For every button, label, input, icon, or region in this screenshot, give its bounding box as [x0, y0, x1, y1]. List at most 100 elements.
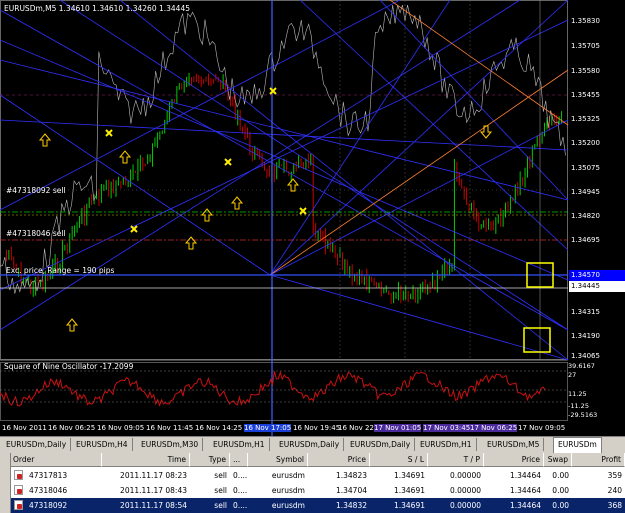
tab-eurusdm-daily-3[interactable]: EURUSDm,Daily [346, 438, 416, 451]
signal-cross-icon [130, 225, 138, 233]
time-tick: 16 Nov 17:05 [244, 424, 292, 432]
price-tick: 1.35705 [571, 42, 600, 50]
table-row[interactable]: 47318046 2011.11.17 08:43 sell 0.... eur… [0, 483, 625, 498]
cell-sl: 1.34691 [393, 471, 425, 480]
cell-price: 1.34823 [335, 471, 367, 480]
cell-size: 0.... [233, 471, 248, 480]
time-tick: 16 Nov 14:25 [195, 424, 243, 432]
col-symbol[interactable]: Symbol [248, 453, 308, 467]
range-label: Exc. price, Range = 190 pips [6, 266, 115, 275]
cell-profit: 359 [607, 471, 622, 480]
cell-cur-price: 1.34464 [509, 486, 541, 495]
time-tick: 16 Nov 09:05 [97, 424, 145, 432]
osc-tick: 39.6167 [568, 362, 595, 370]
time-tick: 17 Nov 03:45 [423, 424, 471, 432]
signal-cross-icon [105, 129, 113, 137]
col-type[interactable]: Type [190, 453, 230, 467]
col-profit[interactable]: Profit [572, 453, 625, 467]
fan-line [0, 94, 271, 276]
tab-eurusdm-h4[interactable]: EURUSDm,H4 [72, 438, 133, 451]
col-time[interactable]: Time [102, 453, 190, 467]
signal-cross-icon [269, 87, 277, 95]
price-tick: 1.34065 [571, 352, 600, 360]
time-tick: 17 Nov 01:05 [374, 424, 422, 432]
cell-time: 2011.11.17 08:23 [120, 471, 187, 480]
down-arrow-icon [479, 125, 493, 139]
price-tick: 1.34820 [571, 212, 600, 220]
time-tick: 16 Nov 06:25 [48, 424, 96, 432]
tab-eurusdm-active[interactable]: EURUSDm [553, 437, 602, 453]
chart-frame [0, 0, 568, 360]
cell-price: 1.34704 [335, 486, 367, 495]
tab-eurusdm-m5[interactable]: EURUSDm,M5 [483, 438, 545, 451]
col-tp[interactable]: T / P [428, 453, 484, 467]
cell-cur-price: 1.34464 [509, 501, 541, 510]
cell-profit: 240 [607, 486, 622, 495]
cell-time: 2011.11.17 08:43 [120, 486, 187, 495]
price-tick: 1.34190 [571, 332, 600, 340]
price-tick: 1.34315 [571, 308, 600, 316]
time-tick: 16 Nov 19:45 [293, 424, 341, 432]
orange-line [389, 0, 569, 126]
cell-order: 47317813 [29, 471, 68, 480]
cell-order: 47318046 [29, 486, 68, 495]
tab-eurusdm-h1-2[interactable]: EURUSDm,H1 [416, 438, 477, 451]
osc-tick: 11.25 [568, 390, 587, 398]
cell-order: 47318092 [29, 501, 68, 510]
table-row[interactable]: 47317813 2011.11.17 08:23 sell 0.... eur… [0, 468, 625, 483]
fan-line [0, 39, 569, 281]
cell-sl: 1.34691 [393, 486, 425, 495]
osc-tick: 27 [568, 371, 577, 379]
cell-cur-price: 1.34464 [509, 471, 541, 480]
terminal-sidebar[interactable] [0, 453, 11, 513]
price-tick: 1.34945 [571, 188, 600, 196]
tab-eurusdm-daily-2[interactable]: EURUSDm,Daily [275, 438, 345, 451]
signal-cross-icon [299, 207, 307, 215]
sell-order-icon [14, 485, 23, 495]
time-tick: 17 Nov 09:05 [518, 424, 566, 432]
col-sl[interactable]: S / L [370, 453, 428, 467]
cell-tp: 0.00000 [449, 471, 481, 480]
fan-line [0, 59, 569, 201]
fan-line [59, 0, 569, 331]
tab-eurusdm-daily[interactable]: EURUSDm,Daily [2, 438, 72, 451]
col-size[interactable]: ... [230, 453, 248, 467]
cell-swap: 0.00 [552, 486, 569, 495]
price-tick: 1.34695 [571, 236, 600, 244]
signal-cross-icon [224, 158, 232, 166]
tab-eurusdm-m30[interactable]: EURUSDm,M30 [137, 438, 204, 451]
osc-tick: -11.25 [568, 402, 589, 410]
time-tick: 16 Nov 11:45 [146, 424, 194, 432]
up-arrow-icon [118, 150, 132, 164]
indicator-line [0, 4, 566, 294]
tab-eurusdm-h1[interactable]: EURUSDm,H1 [209, 438, 270, 451]
chart-tabs: EURUSDm,Daily EURUSDm,H4 EURUSDm,M30 EUR… [0, 436, 625, 453]
chart-window[interactable]: EURUSDm,M5 1.34610 1.34610 1.34260 1.344… [0, 0, 625, 436]
cell-tp: 0.00000 [449, 501, 481, 510]
time-tick: 16 Nov 2011 [2, 424, 47, 432]
table-row-selected[interactable]: 47318092 2011.11.17 08:54 sell 0.... eur… [0, 498, 625, 513]
order-label-1: #47318092 sell [6, 186, 66, 195]
sell-order-icon [14, 470, 23, 480]
up-arrow-icon [184, 236, 198, 250]
sell-order-icon [14, 500, 23, 510]
cell-sl: 1.34691 [393, 501, 425, 510]
time-tick: 17 Nov 06:25 [470, 424, 518, 432]
col-swap[interactable]: Swap [544, 453, 572, 467]
price-tick: 1.35325 [571, 115, 600, 123]
price-tick: 1.35200 [571, 139, 600, 147]
fan-line [269, 0, 451, 276]
up-arrow-icon [286, 178, 300, 192]
cell-swap: 0.00 [552, 501, 569, 510]
cell-time: 2011.11.17 08:54 [120, 501, 187, 510]
cell-symbol: eurusdm [271, 471, 305, 480]
orange-line [269, 69, 569, 276]
cell-type: sell [214, 471, 227, 480]
col-cur-price[interactable]: Price [484, 453, 544, 467]
col-order[interactable]: Order [10, 453, 102, 467]
osc-tick: -29.5163 [568, 411, 598, 419]
cell-type: sell [214, 501, 227, 510]
cell-tp: 0.00000 [449, 486, 481, 495]
col-price[interactable]: Price [308, 453, 370, 467]
price-tick: 1.35075 [571, 164, 600, 172]
